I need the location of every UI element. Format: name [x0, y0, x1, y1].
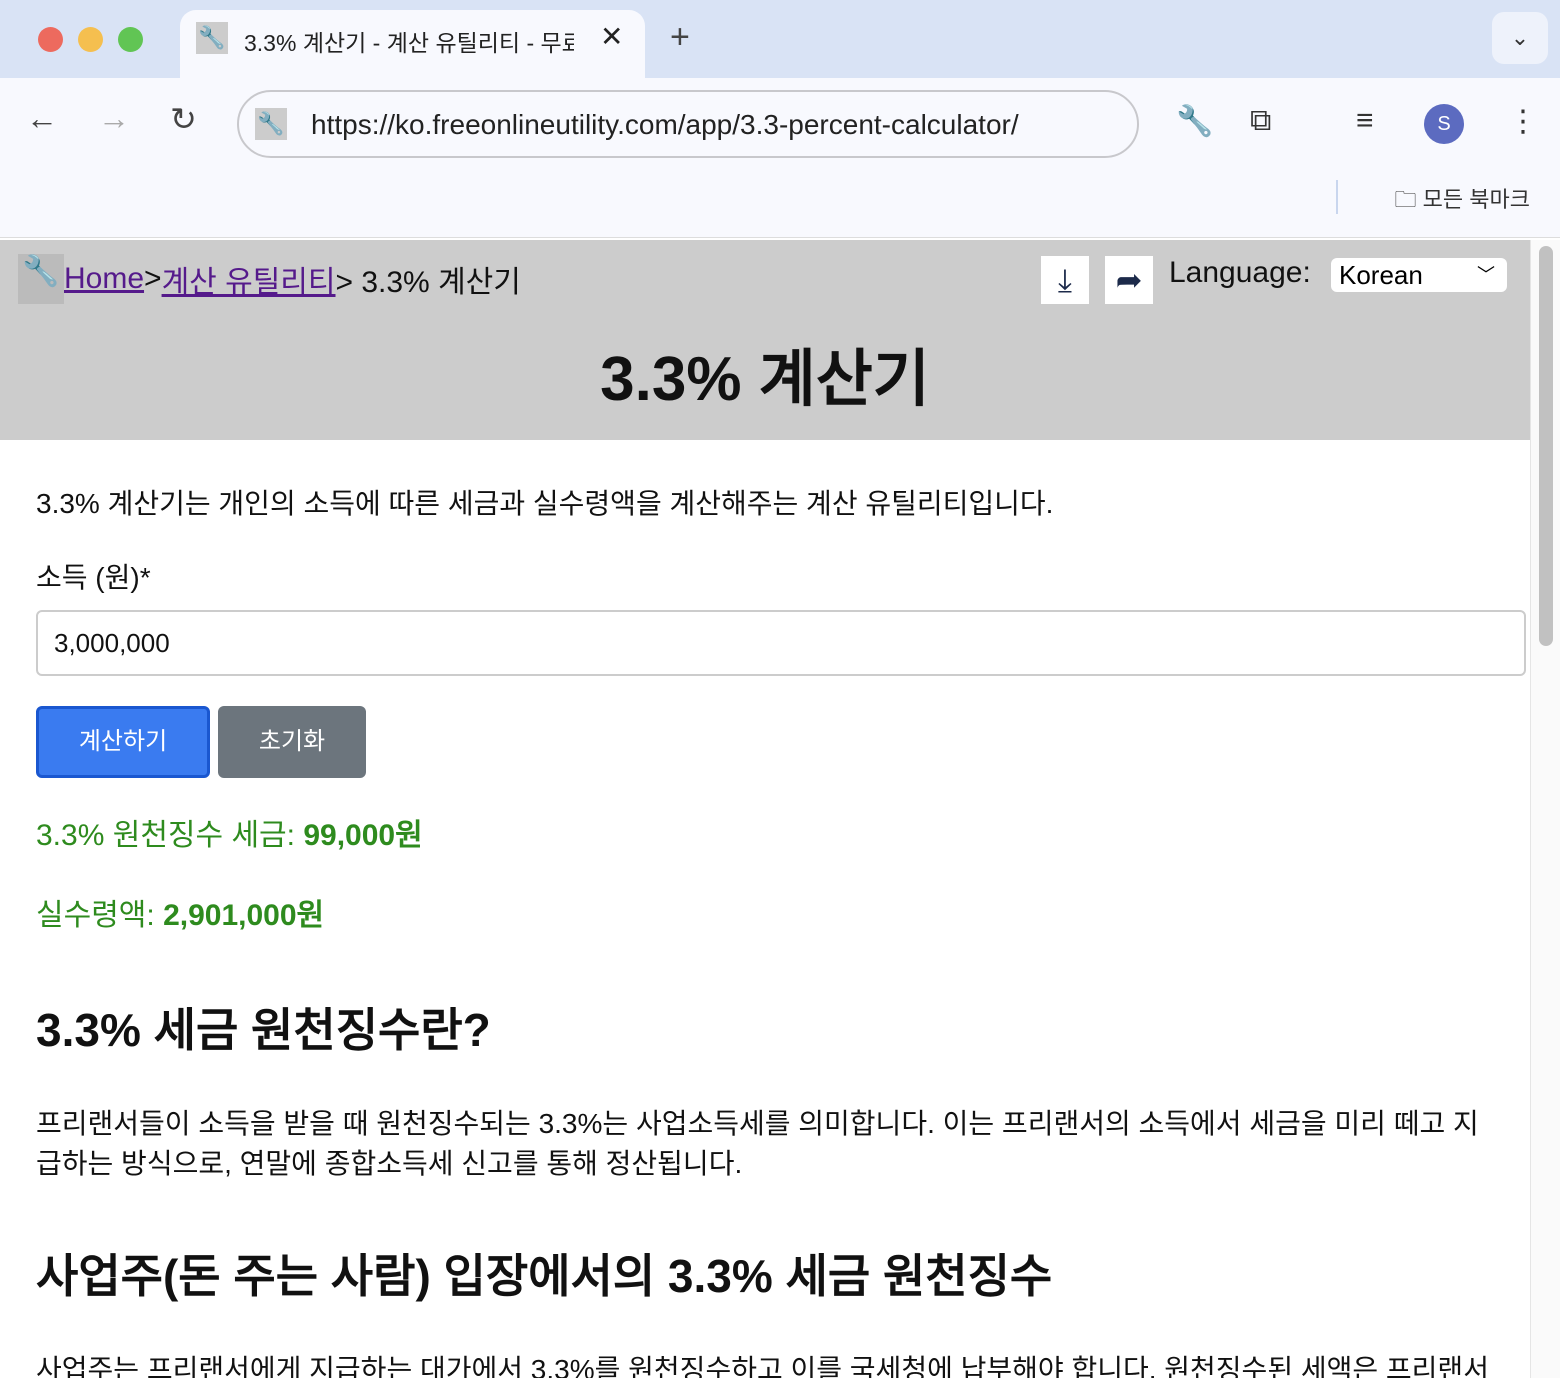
scrollbar-thumb[interactable] — [1539, 246, 1553, 646]
forward-icon[interactable]: → — [98, 100, 130, 137]
all-bookmarks-button[interactable]: 🗀 모든 북마크 — [1395, 182, 1530, 221]
address-bar[interactable]: 🔧 https://ko.freeonlineutility.com/app/3… — [237, 90, 1139, 158]
folder-icon: 🗀 — [1394, 187, 1423, 212]
wrench-icon: 🔧 — [255, 108, 287, 140]
share-icon[interactable]: ➦ — [1105, 256, 1153, 304]
breadcrumb-category-link[interactable]: 계산 유틸리티 — [162, 257, 336, 301]
tab-bar: 🔧 3.3% 계산기 - 계산 유틸리티 - 무료 ✕ + ⌄ — [0, 0, 1560, 78]
menu-kebab-icon[interactable]: ⋮ — [1508, 104, 1538, 139]
breadcrumb-separator: > — [144, 262, 162, 295]
site-logo-wrench-icon[interactable]: 🔧 — [18, 254, 64, 304]
page-header: 🔧 Home > 계산 유틸리티 > 3.3% 계산기 ⤓ ➦ Language… — [0, 240, 1530, 440]
minimize-window-button[interactable] — [78, 27, 103, 52]
language-label: Language: — [1169, 256, 1311, 289]
calculate-button[interactable]: 계산하기 — [36, 706, 210, 778]
url-text: https://ko.freeonlineutility.com/app/3.3… — [311, 109, 1019, 140]
page-content: 🔧 Home > 계산 유틸리티 > 3.3% 계산기 ⤓ ➦ Language… — [0, 240, 1530, 1378]
reset-button[interactable]: 초기화 — [218, 706, 366, 778]
browser-toolbar: ← → ↻ 🔧 https://ko.freeonlineutility.com… — [0, 78, 1560, 238]
income-input[interactable]: 3,000,000 — [36, 610, 1526, 676]
close-tab-icon[interactable]: ✕ — [600, 20, 623, 53]
section-text: 사업주는 프리랜서에게 지급하는 대가에서 3.3%를 원천징수하고 이를 국세… — [36, 1354, 1489, 1378]
income-label: 소득 (원)* — [36, 562, 151, 593]
breadcrumb: 🔧 Home > 계산 유틸리티 > 3.3% 계산기 — [18, 254, 521, 304]
divider — [1336, 180, 1338, 214]
media-control-icon[interactable]: ≡ — [1356, 104, 1374, 138]
tax-result: 3.3% 원천징수 세금: 99,000원 — [36, 810, 1494, 854]
language-value: Korean — [1339, 260, 1423, 290]
page-title: 3.3% 계산기 — [600, 345, 930, 414]
wrench-icon: 🔧 — [196, 22, 228, 54]
intro-text: 3.3% 계산기는 개인의 소득에 따른 세금과 실수령액을 계산해주는 계산 … — [36, 488, 1054, 519]
maximize-window-button[interactable] — [118, 27, 143, 52]
download-icon[interactable]: ⤓ — [1041, 256, 1089, 304]
net-value: 2,901,000원 — [163, 899, 325, 932]
chevron-down-icon: ﹀ — [1477, 265, 1495, 285]
section-heading: 사업주(돈 주는 사람) 입장에서의 3.3% 세금 원천징수 — [36, 1250, 1053, 1302]
reload-icon[interactable]: ↻ — [170, 100, 197, 138]
extensions-puzzle-icon[interactable]: ⧉ — [1250, 104, 1271, 138]
close-window-button[interactable] — [38, 27, 63, 52]
net-label: 실수령액: — [36, 899, 164, 932]
section-text: 프리랜서들이 소득을 받을 때 원천징수되는 3.3%는 사업소득세를 의미합니… — [36, 1108, 1479, 1179]
extension-wrench-icon[interactable]: 🔧 — [1176, 104, 1213, 139]
bookmarks-label: 모든 북마크 — [1422, 187, 1530, 212]
tab-search-button[interactable]: ⌄ — [1492, 12, 1548, 64]
section-heading: 3.3% 세금 원천징수란? — [36, 1004, 491, 1056]
breadcrumb-current: > 3.3% 계산기 — [335, 266, 521, 299]
language-select[interactable]: Korean ﹀ — [1331, 258, 1507, 292]
new-tab-button[interactable]: + — [670, 18, 690, 57]
tax-label: 3.3% 원천징수 세금: — [36, 819, 304, 852]
tab-title: 3.3% 계산기 - 계산 유틸리티 - 무료 — [244, 30, 574, 56]
avatar[interactable]: S — [1424, 104, 1464, 144]
back-icon[interactable]: ← — [26, 100, 58, 137]
tax-value: 99,000원 — [303, 819, 423, 852]
breadcrumb-home-link[interactable]: Home — [64, 262, 144, 296]
browser-tab[interactable]: 🔧 3.3% 계산기 - 계산 유틸리티 - 무료 ✕ — [180, 10, 645, 78]
net-result: 실수령액: 2,901,000원 — [36, 890, 1494, 934]
scrollbar[interactable] — [1530, 240, 1560, 1378]
